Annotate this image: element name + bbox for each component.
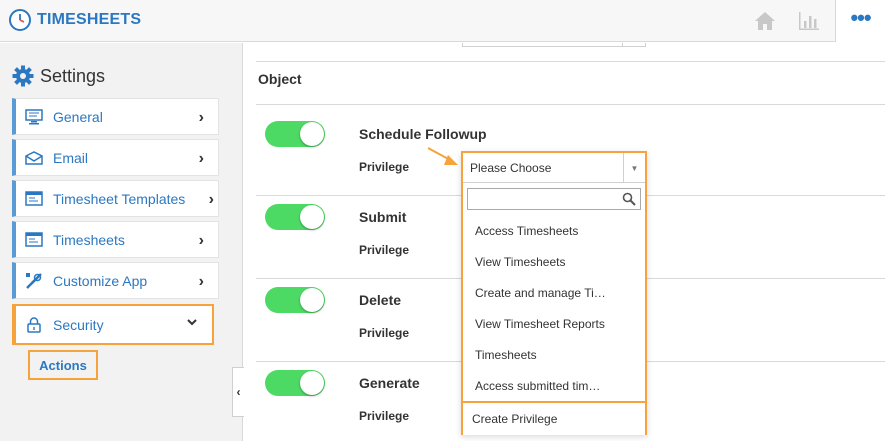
sidebar-subitem-actions[interactable]: Actions <box>28 350 98 380</box>
selected-value: Please Choose <box>470 160 552 175</box>
sidebar-item-security[interactable]: Security <box>12 304 214 345</box>
annotation-arrow-icon <box>427 147 458 165</box>
permission-name: Generate <box>359 375 420 391</box>
sidebar-item-label: Customize App <box>53 272 148 289</box>
toggle-delete[interactable] <box>265 287 325 313</box>
toggle-knob <box>300 122 324 146</box>
chevron-down-icon <box>186 315 198 333</box>
privilege-label: Privilege <box>359 160 410 174</box>
dropdown-option[interactable]: View Timesheets <box>475 255 566 269</box>
sidebar-item-customize-app[interactable]: Customize App › <box>12 262 219 299</box>
sidebar-item-timesheets[interactable]: Timesheets › <box>12 221 219 258</box>
toggle-generate[interactable] <box>265 370 325 396</box>
dropdown-option[interactable]: Create and manage Ti… <box>475 286 606 300</box>
divider <box>256 61 885 62</box>
sidebar-item-label: Timesheets <box>53 231 125 248</box>
sidebar-item-label: Email <box>53 149 89 166</box>
more-button[interactable]: ••• <box>835 0 885 42</box>
create-privilege-button[interactable]: Create Privilege <box>461 401 647 435</box>
section-label-object: Object <box>258 71 302 87</box>
envelope-icon <box>24 148 44 168</box>
privilege-label: Privilege <box>359 326 410 340</box>
sidebar-item-timesheet-templates[interactable]: Timesheet Templates › <box>12 180 219 217</box>
bar-chart-icon <box>799 12 819 30</box>
clock-icon <box>9 9 31 31</box>
settings-header: Settings <box>12 65 105 87</box>
privilege-label: Privilege <box>359 409 410 423</box>
permission-name: Submit <box>359 209 407 225</box>
app-title: TIMESHEETS <box>37 11 142 28</box>
chevron-right-icon: › <box>208 191 214 208</box>
caret-down-icon[interactable]: ▼ <box>623 153 645 183</box>
sidebar-item-label: Security <box>53 316 104 333</box>
lock-icon <box>24 315 44 335</box>
timesheet-icon <box>24 230 44 250</box>
monitor-icon <box>24 107 44 127</box>
toggle-knob <box>300 205 324 229</box>
sidebar-item-label: Timesheet Templates <box>53 190 186 207</box>
privilege-label: Privilege <box>359 243 410 257</box>
toggle-schedule-followup[interactable] <box>265 121 325 147</box>
sidebar-item-email[interactable]: Email › <box>12 139 219 176</box>
permission-name: Delete <box>359 292 402 308</box>
dropdown-search-input[interactable] <box>467 188 641 210</box>
home-icon <box>755 12 775 30</box>
privilege-dropdown[interactable]: Please Choose ▼ Access Timesheets View T… <box>461 151 647 435</box>
dropdown-option[interactable]: Access submitted tim… <box>475 379 600 393</box>
chevron-right-icon: › <box>198 150 204 167</box>
brand[interactable]: TIMESHEETS <box>8 8 141 32</box>
sidebar: Settings General › Email › Timesheet Tem… <box>0 43 243 441</box>
search-icon <box>622 192 636 206</box>
toggle-knob <box>300 371 324 395</box>
top-bar: TIMESHEETS ••• <box>0 0 885 42</box>
permission-name: Schedule Followup <box>359 126 487 142</box>
more-icon: ••• <box>850 5 871 30</box>
gear-icon <box>12 65 34 87</box>
toggle-submit[interactable] <box>265 204 325 230</box>
privilege-select[interactable]: Please Choose ▼ <box>463 153 645 183</box>
chevron-right-icon: › <box>198 273 204 290</box>
home-button[interactable] <box>745 0 785 42</box>
sidebar-item-general[interactable]: General › <box>12 98 219 135</box>
toggle-knob <box>300 288 324 312</box>
divider <box>256 104 885 105</box>
tools-icon <box>24 271 44 291</box>
sidebar-collapse-button[interactable]: ‹ <box>232 367 244 417</box>
template-icon <box>24 189 44 209</box>
sidebar-item-label: General <box>53 108 103 125</box>
dropdown-option[interactable]: Access Timesheets <box>475 224 578 238</box>
settings-title: Settings <box>40 65 106 86</box>
dropdown-option[interactable]: View Timesheet Reports <box>475 317 605 331</box>
chevron-right-icon: › <box>198 232 204 249</box>
reports-button[interactable] <box>789 0 829 42</box>
top-select-stub[interactable] <box>462 43 646 47</box>
chevron-right-icon: › <box>198 109 204 126</box>
dropdown-option[interactable]: Timesheets <box>475 348 537 362</box>
